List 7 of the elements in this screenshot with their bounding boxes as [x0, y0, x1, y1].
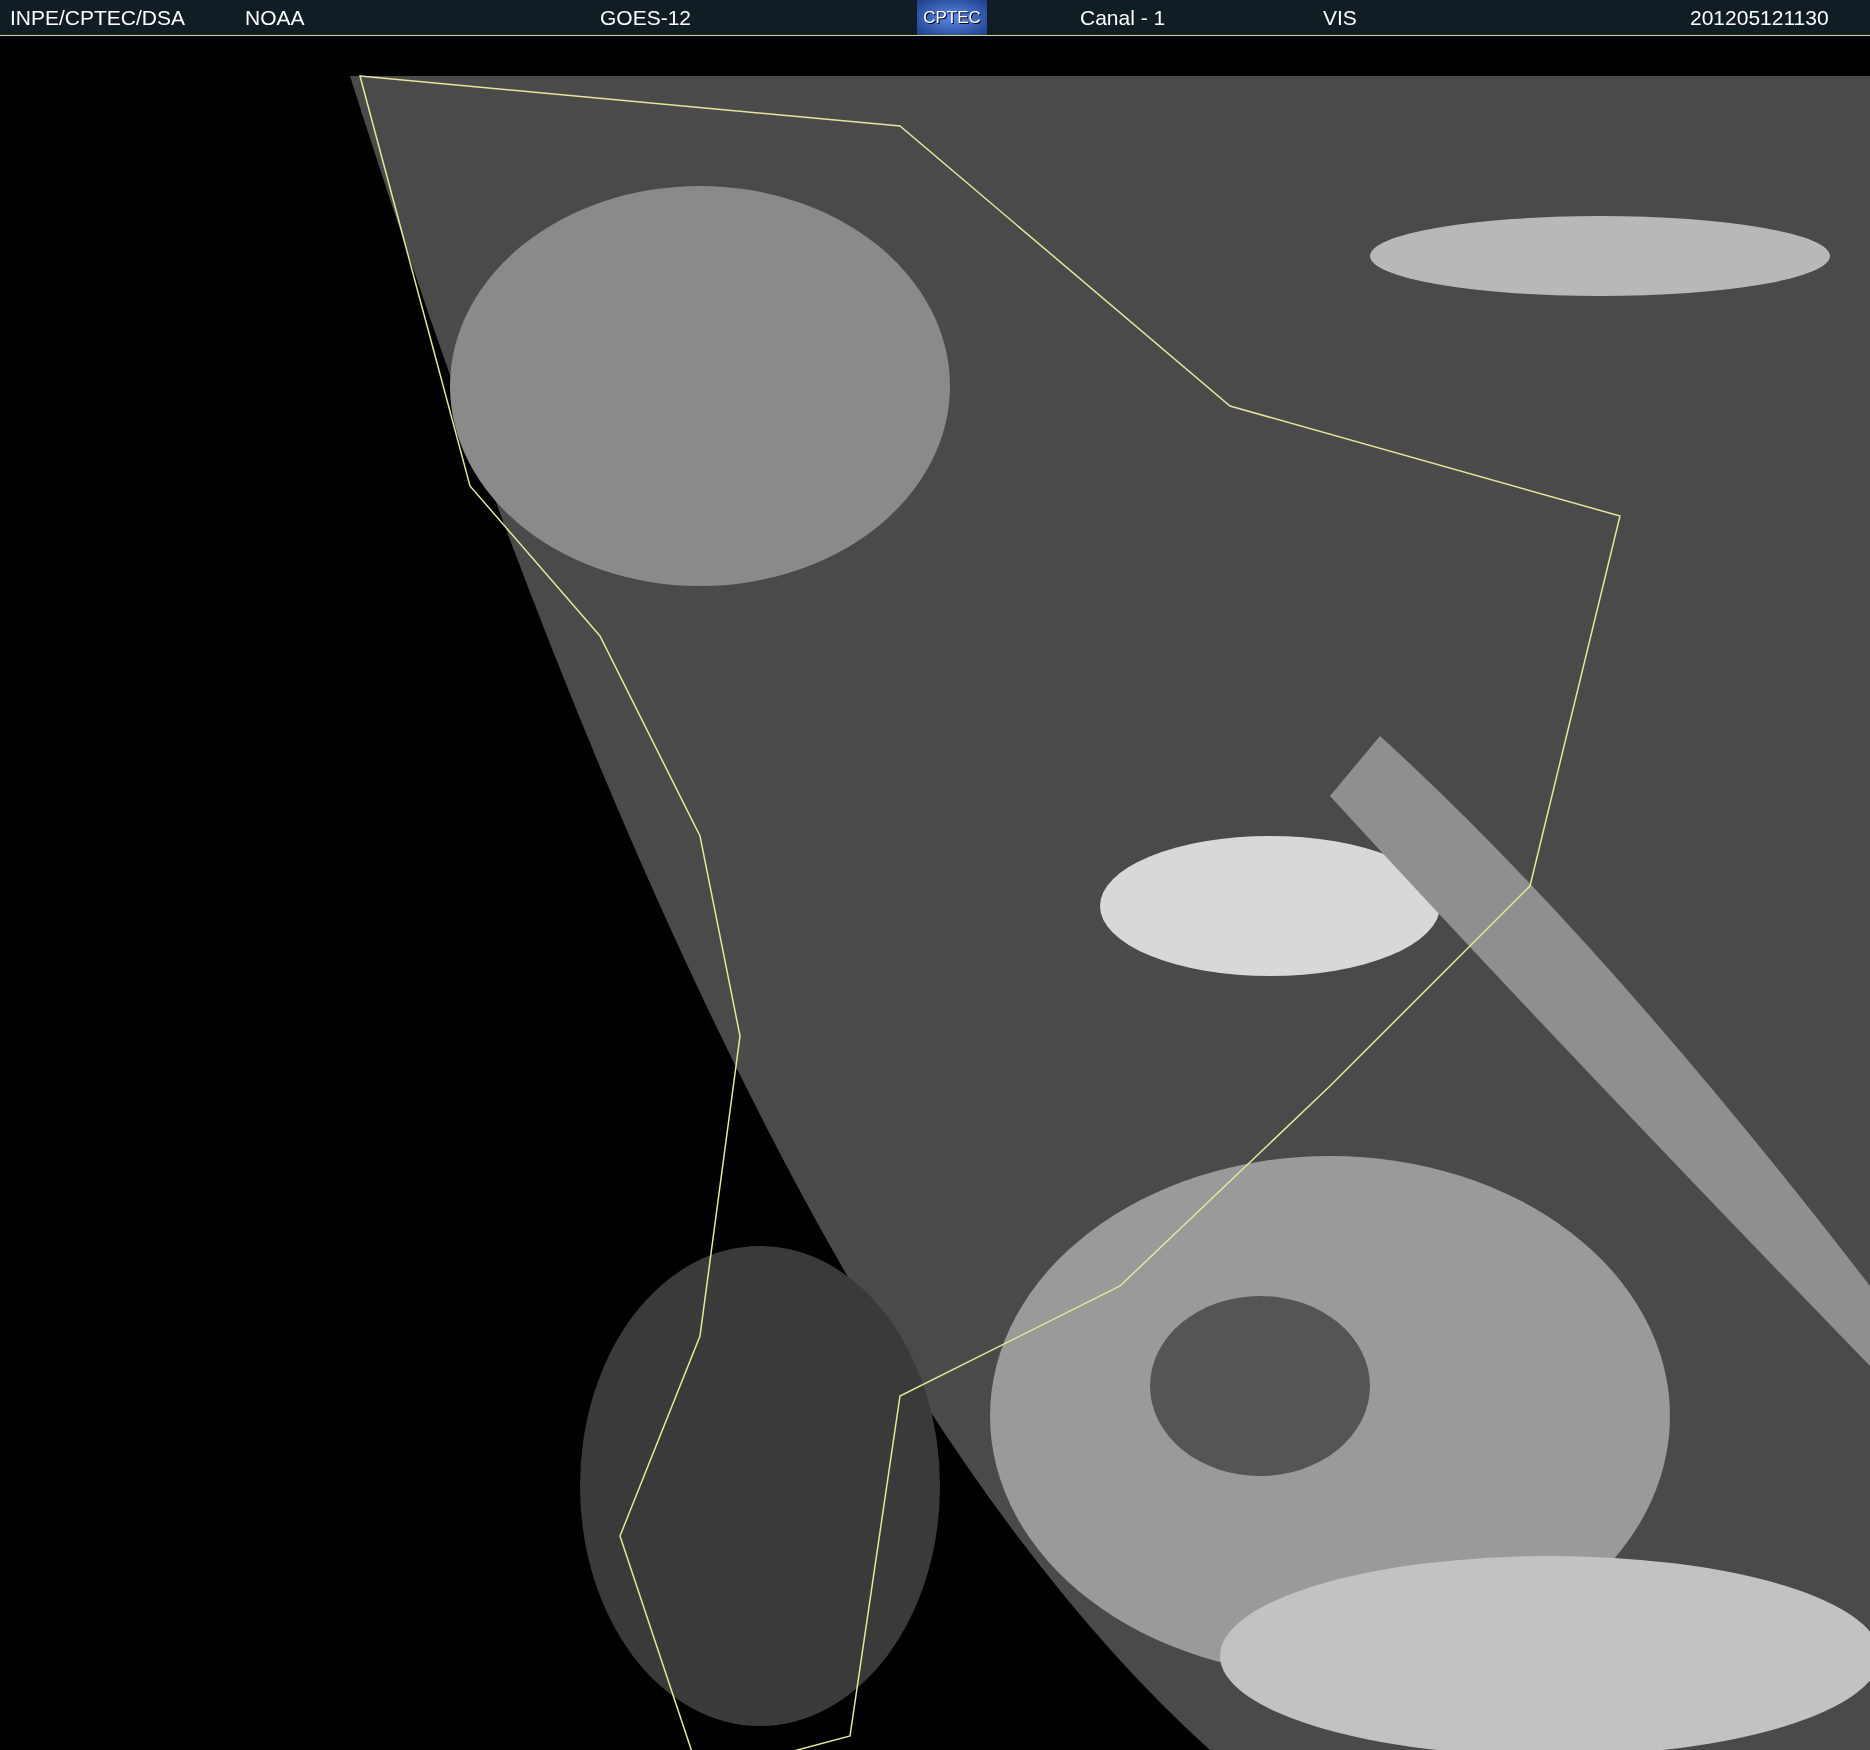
header-label: Canal - 1: [1080, 6, 1166, 30]
header-label: 201205121130: [1690, 6, 1829, 30]
header-label: VIS: [1323, 6, 1357, 30]
header-label: GOES-12: [600, 6, 692, 30]
cptec-logo: CPTEC: [917, 0, 987, 35]
header-label: INPE/CPTEC/DSA: [10, 6, 186, 30]
header-label: NOAA: [245, 6, 305, 30]
